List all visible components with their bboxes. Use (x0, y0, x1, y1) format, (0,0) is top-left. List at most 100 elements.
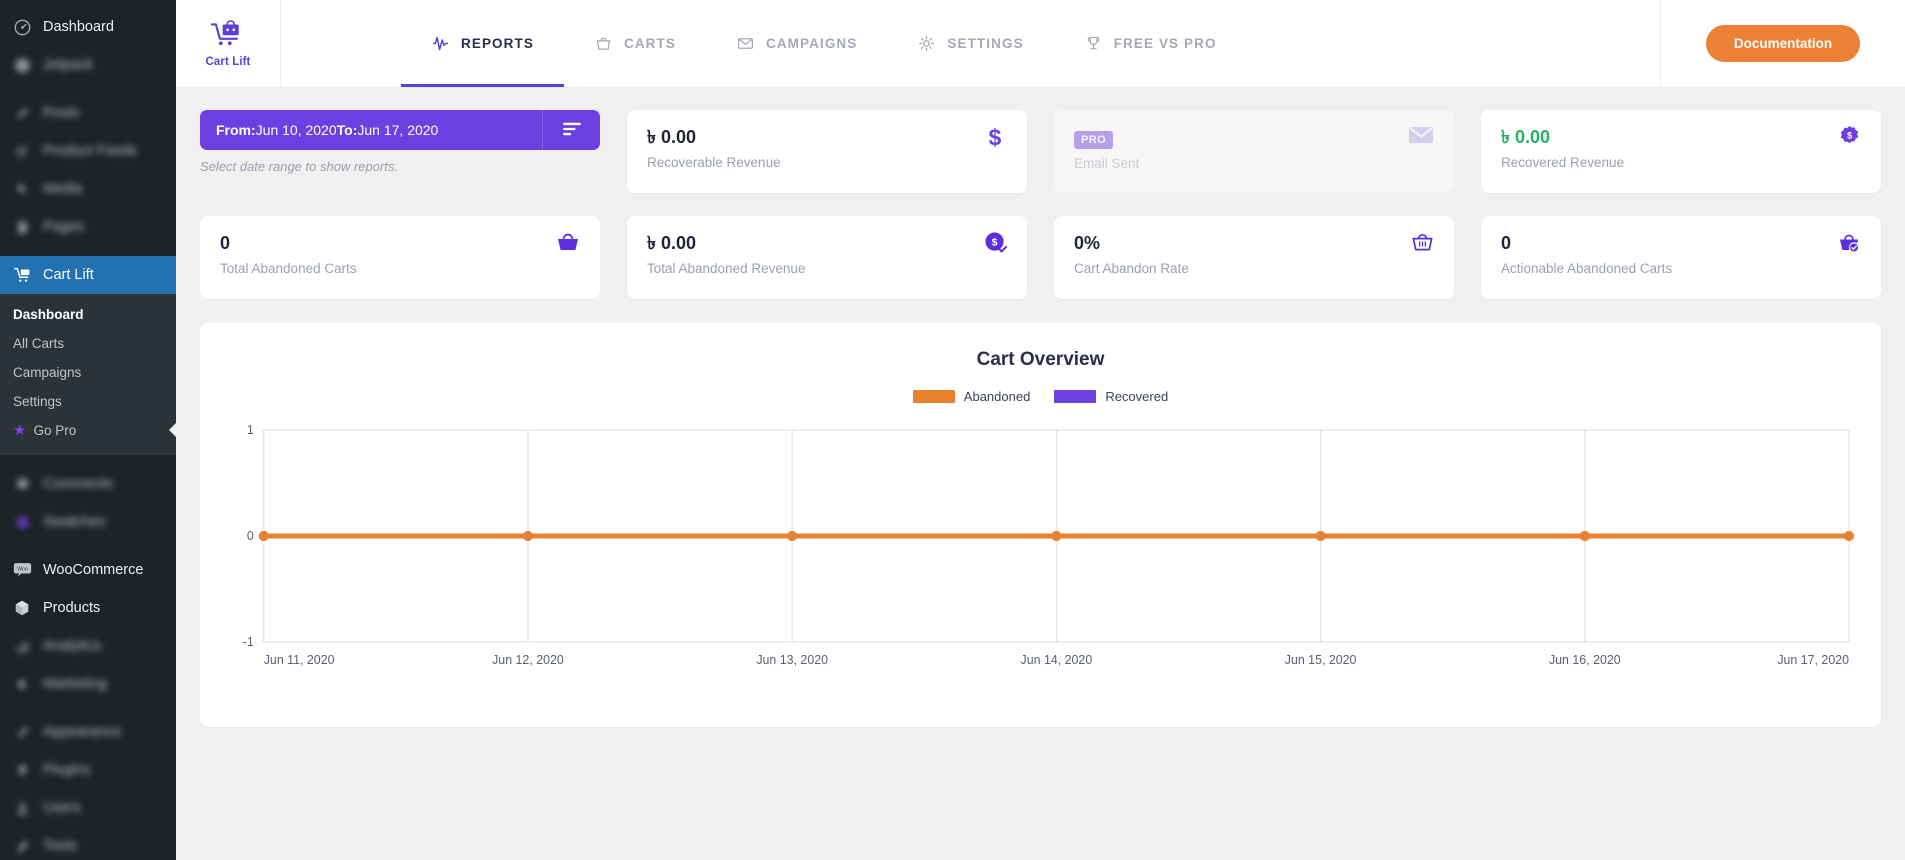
chart-legend: Abandoned Recovered (200, 389, 1881, 404)
sidebar-item-label: Pages (43, 219, 85, 235)
swatches-icon (12, 512, 32, 532)
sidebar-item-label: Analytics (43, 638, 102, 654)
sidebar-item-comments[interactable]: Comments (0, 465, 176, 503)
sidebar-item-label: Swatches (43, 514, 106, 530)
stat-label: Cart Abandon Rate (1074, 261, 1189, 276)
sidebar-subitem-label: Go Pro (33, 423, 77, 438)
date-to-value: Jun 17, 2020 (357, 122, 439, 138)
sidebar-item-posts[interactable]: Posts (0, 94, 176, 132)
cart-overview-chart-panel: Cart Overview Abandoned Recovered 1 0 -1 Ju… (200, 323, 1881, 727)
sidebar-item-marketing[interactable]: Marketing (0, 665, 176, 703)
envelope-icon (736, 34, 755, 53)
sidebar-item-plugins[interactable]: Plugins (0, 751, 176, 789)
legend-item-recovered[interactable]: Recovered (1054, 389, 1168, 404)
stat-card-recovered-revenue: ৳ 0.00 Recovered Revenue $ (1481, 110, 1881, 193)
data-point-abandoned (1579, 531, 1590, 541)
star-icon: ★ (13, 422, 27, 439)
tab-carts[interactable]: CARTS (564, 0, 706, 87)
x-axis-tick: Jun 13, 2020 (756, 653, 828, 667)
sidebar-item-pages[interactable]: Pages (0, 208, 176, 246)
sidebar-item-media[interactable]: Media (0, 170, 176, 208)
sidebar-item-woocommerce[interactable]: Woo WooCommerce (0, 551, 176, 589)
x-axis-tick: Jun 17, 2020 (1777, 653, 1849, 667)
app-root: Dashboard Jetpack Posts Product Feeds Me… (0, 0, 1905, 860)
sidebar-item-users[interactable]: Users (0, 789, 176, 827)
sidebar-item-label: Tools (43, 838, 77, 854)
sidebar-subitem-settings[interactable]: Settings (0, 387, 176, 416)
x-axis-tick: Jun 11, 2020 (264, 653, 335, 667)
sidebar-item-products[interactable]: Products (0, 589, 176, 627)
page-icon (12, 217, 32, 237)
date-from-value: Jun 10, 2020 (255, 122, 337, 138)
gear-icon (917, 34, 936, 53)
sidebar-item-label: WooCommerce (43, 562, 144, 578)
megaphone-icon (12, 674, 32, 694)
sidebar-subitem-campaigns[interactable]: Campaigns (0, 358, 176, 387)
sidebar-item-cart-lift[interactable]: Cart Lift (0, 256, 176, 438)
stats-grid: From: Jun 10, 2020 To: Jun 17, 2020 Selec… (200, 110, 1881, 299)
tab-free-vs-pro[interactable]: FREE VS PRO (1054, 0, 1247, 87)
sidebar-submenu: Dashboard All Carts Campaigns Settings ★… (0, 294, 176, 455)
data-point-abandoned (258, 531, 269, 541)
sidebar-item-appearance[interactable]: Appearance (0, 713, 176, 751)
legend-label: Recovered (1105, 389, 1169, 404)
sidebar-divider (0, 246, 176, 256)
stat-card-cart-abandon-rate: 0% Cart Abandon Rate (1054, 216, 1454, 299)
svg-text:$: $ (992, 237, 998, 249)
sidebar-divider (0, 455, 176, 465)
plug-icon (12, 760, 32, 780)
dollar-circle-check-icon: $ (984, 231, 1007, 254)
stat-label: Actionable Abandoned Carts (1501, 261, 1673, 276)
tools-icon (12, 836, 32, 856)
sidebar-item-label: Plugins (43, 762, 91, 778)
x-axis-tick: Jun 14, 2020 (1021, 653, 1093, 667)
sidebar-item-label: Comments (43, 476, 114, 492)
legend-item-abandoned[interactable]: Abandoned (912, 389, 1031, 404)
date-range-filter-button[interactable] (542, 110, 600, 150)
brand-name: Cart Lift (205, 55, 251, 68)
x-axis-tick: Jun 15, 2020 (1285, 653, 1357, 667)
sidebar-subitem-dashboard[interactable]: Dashboard (0, 300, 176, 329)
stat-card-email-sent: PRO Email Sent (1054, 110, 1454, 193)
stat-label: Total Abandoned Revenue (647, 261, 806, 276)
documentation-button[interactable]: Documentation (1705, 25, 1861, 62)
sidebar-item-dashboard[interactable]: Dashboard (0, 8, 176, 46)
sidebar-subitem-go-pro[interactable]: ★ Go Pro (0, 416, 176, 445)
legend-swatch-recovered (1054, 390, 1097, 403)
comment-icon (12, 474, 32, 494)
legend-label: Abandoned (963, 389, 1031, 404)
date-range-note: Select date range to show reports. (200, 159, 399, 174)
sidebar-item-analytics[interactable]: Analytics (0, 627, 176, 665)
sidebar-subitem-all-carts[interactable]: All Carts (0, 329, 176, 358)
chart-title: Cart Overview (976, 349, 1105, 370)
sidebar-item-tools[interactable]: Tools (0, 827, 176, 860)
sidebar-item-product-feeds[interactable]: Product Feeds (0, 132, 176, 170)
line-chart-svg[interactable]: 1 0 -1 Jun 11, 2020 Jun 12, 2020 Jun 13, 2020… (226, 416, 1855, 688)
tab-label: SETTINGS (947, 36, 1024, 51)
y-axis-tick: 1 (247, 423, 254, 437)
analytics-icon (12, 636, 32, 656)
envelope-icon (1408, 125, 1434, 145)
tab-campaigns[interactable]: CAMPAIGNS (706, 0, 887, 87)
svg-text:$: $ (989, 125, 1002, 151)
wp-admin-sidebar: Dashboard Jetpack Posts Product Feeds Me… (0, 0, 176, 860)
sidebar-divider (0, 703, 176, 713)
x-axis-tick: Jun 16, 2020 (1549, 653, 1621, 667)
sidebar-item-jetpack[interactable]: Jetpack (0, 46, 176, 84)
woo-icon: Woo (12, 560, 32, 580)
sidebar-item-label: Product Feeds (43, 143, 138, 159)
data-point-abandoned (787, 531, 798, 541)
date-to-label: To: (336, 122, 358, 138)
date-range-text[interactable]: From: Jun 10, 2020 To: Jun 17, 2020 (200, 110, 542, 150)
chart-plot-area: 1 0 -1 Jun 11, 2020 Jun 12, 2020 Jun 13, 2020… (200, 416, 1881, 688)
stat-card-actionable-abandoned-carts: 0 Actionable Abandoned Carts (1481, 216, 1881, 299)
tab-label: REPORTS (461, 36, 534, 51)
data-point-abandoned (1844, 531, 1855, 541)
tab-settings[interactable]: SETTINGS (887, 0, 1053, 87)
tab-reports[interactable]: REPORTS (401, 0, 564, 87)
date-range-picker[interactable]: From: Jun 10, 2020 To: Jun 17, 2020 (200, 110, 600, 150)
sidebar-item-label: Marketing (43, 676, 107, 692)
sidebar-item-label: Media (43, 181, 83, 197)
sidebar-item-swatches[interactable]: Swatches (0, 503, 176, 541)
sidebar-item-label: Dashboard (43, 19, 114, 35)
